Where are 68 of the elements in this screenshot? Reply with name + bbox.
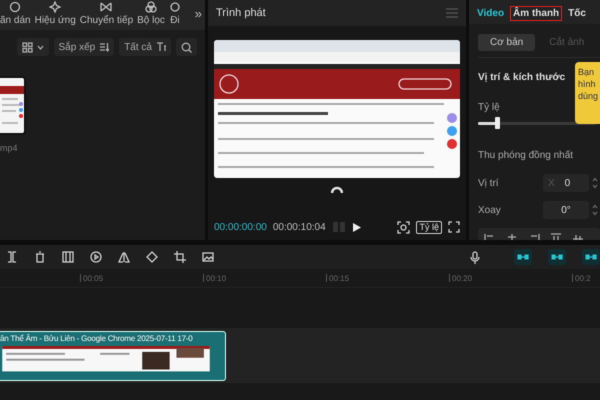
stepper-icon[interactable] bbox=[592, 177, 598, 189]
timecode: 00:05 bbox=[83, 274, 104, 282]
mirror-icon[interactable] bbox=[118, 251, 130, 263]
tooltip-text: Bạn hình dùng bbox=[578, 66, 599, 102]
link-icon bbox=[585, 254, 597, 260]
effect-tab[interactable]: Đi bbox=[168, 1, 181, 30]
tick-mark bbox=[449, 274, 450, 282]
filmstrip-icon bbox=[332, 221, 346, 233]
timecode: 00:2 bbox=[575, 274, 591, 282]
media-filename: mp4 bbox=[0, 143, 18, 153]
effect-tab[interactable]: Bộ lọc bbox=[137, 1, 165, 30]
filter-icon bbox=[156, 42, 166, 52]
timecode: 00:15 bbox=[329, 274, 350, 282]
search-icon bbox=[181, 42, 192, 52]
link-center-button[interactable] bbox=[548, 249, 566, 265]
circles-icon bbox=[145, 1, 158, 13]
sparkle-icon bbox=[49, 1, 62, 13]
field-label: Tỷ lệ bbox=[478, 102, 500, 113]
clip-title: ân Thể Âm - Bửu Liên - Google Chrome 2025-07-11 17-0 bbox=[0, 332, 194, 345]
effect-tab[interactable]: ãn dán bbox=[0, 1, 31, 30]
current-time: 00:00:00:00 bbox=[214, 222, 267, 232]
tick-mark bbox=[203, 274, 204, 282]
more-tabs-button[interactable]: » bbox=[194, 6, 202, 30]
link-clip-button[interactable] bbox=[514, 249, 532, 265]
frame-icon[interactable] bbox=[62, 251, 74, 263]
panel-title: Trình phát bbox=[216, 7, 266, 19]
timecode: 00:10 bbox=[206, 274, 226, 282]
link-icon bbox=[517, 254, 529, 260]
search-button[interactable] bbox=[176, 38, 197, 56]
effect-tab[interactable]: Chuyển tiếp bbox=[80, 1, 134, 30]
slider-thumb[interactable] bbox=[494, 117, 500, 129]
image-edit-icon[interactable] bbox=[202, 251, 214, 263]
inspector-tab[interactable]: Âm thanh bbox=[510, 6, 562, 20]
field-label: Thu phóng đồng nhất bbox=[478, 150, 574, 161]
rotation-field[interactable]: 0° bbox=[543, 201, 589, 219]
timecode: 00:20 bbox=[452, 274, 472, 282]
stepper-icon[interactable] bbox=[592, 204, 598, 216]
field-label: Vị trí bbox=[478, 178, 499, 188]
fullscreen-icon[interactable] bbox=[448, 221, 460, 233]
sort-icon bbox=[99, 42, 110, 52]
play-circle-icon[interactable] bbox=[90, 251, 102, 263]
video-clip[interactable]: ân Thể Âm - Bửu Liên - Google Chrome 2025-07-11 17-0 bbox=[0, 330, 226, 380]
inspector-tab[interactable]: Video bbox=[477, 8, 504, 18]
duration: 00:00:10:04 bbox=[272, 222, 326, 232]
sort-button[interactable]: Sắp xếp bbox=[54, 38, 114, 56]
effect-tab[interactable]: Hiệu ứng bbox=[34, 1, 76, 30]
filter-button[interactable]: Tất cả bbox=[119, 38, 171, 56]
chevron-down-icon bbox=[36, 44, 44, 50]
tick-mark bbox=[326, 274, 327, 282]
bowtie-icon bbox=[100, 1, 112, 13]
trash-icon[interactable] bbox=[34, 251, 46, 263]
focus-icon[interactable] bbox=[397, 220, 410, 234]
inspector-tab[interactable]: Tốc bbox=[568, 8, 586, 18]
link-icon bbox=[551, 254, 563, 260]
play-icon[interactable] bbox=[352, 222, 362, 232]
grid-icon bbox=[22, 42, 32, 52]
view-mode-button[interactable] bbox=[16, 38, 48, 56]
loading-icon bbox=[331, 186, 343, 194]
ratio-button[interactable]: Tỷ lệ bbox=[416, 220, 442, 234]
split-icon[interactable] bbox=[6, 251, 18, 263]
segment-tab[interactable]: Cơ bản bbox=[478, 34, 536, 51]
field-label: Xoay bbox=[478, 204, 501, 216]
tick-mark bbox=[572, 274, 573, 282]
crop-icon[interactable] bbox=[174, 251, 186, 263]
link-main-button[interactable] bbox=[582, 249, 600, 265]
tick-mark bbox=[80, 274, 81, 282]
section-title: Vị trí & kích thước bbox=[478, 72, 566, 83]
microphone-icon[interactable] bbox=[470, 250, 480, 264]
